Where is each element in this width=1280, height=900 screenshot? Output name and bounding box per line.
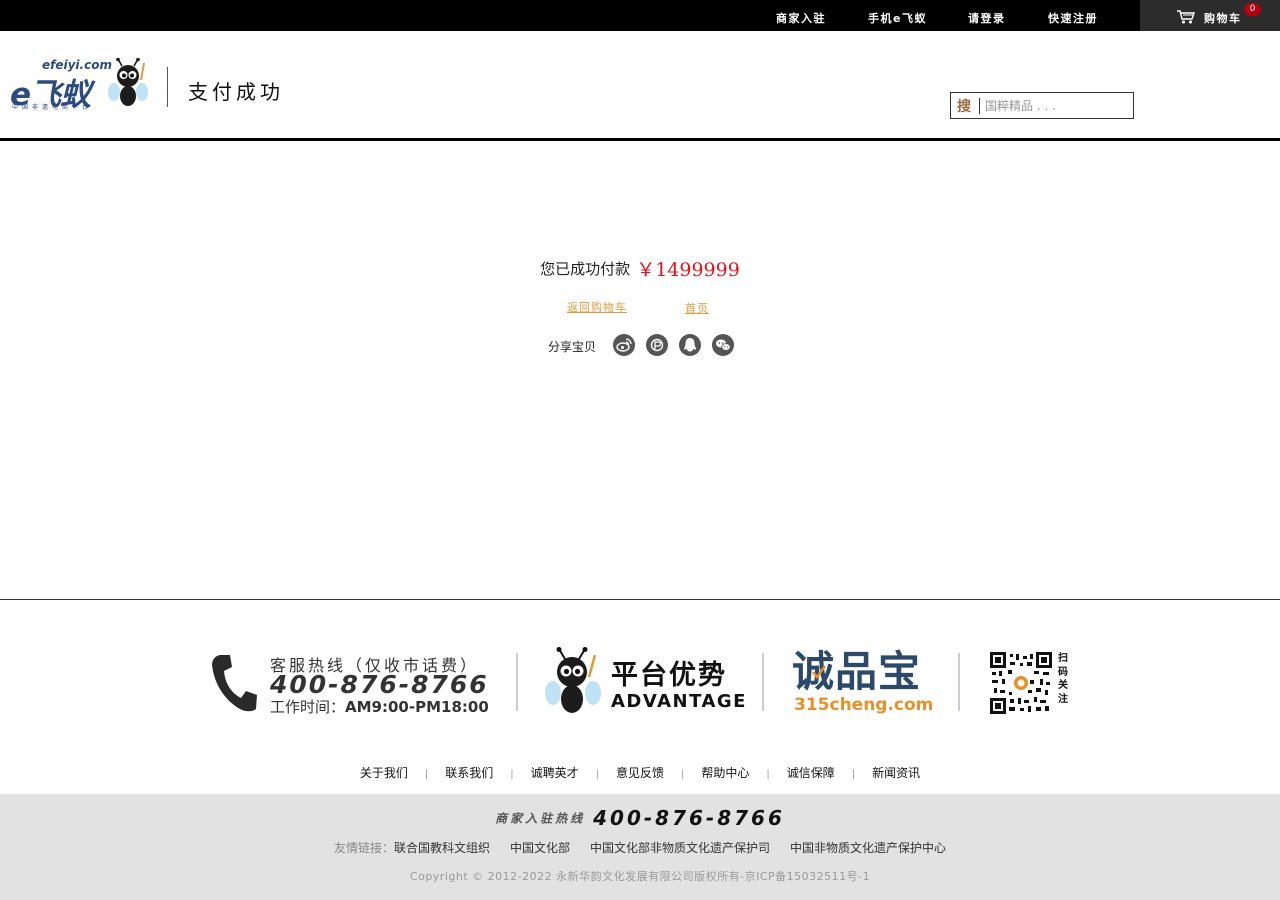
- copyright-text: Copyright © 2012-2022 永新华韵文化发展有限公司版权所有-京…: [409, 870, 871, 883]
- chengpinbao-url: 315cheng.com: [794, 695, 934, 715]
- phone-icon: [212, 655, 257, 712]
- home-link[interactable]: 首页: [685, 300, 709, 316]
- advantage-subtitle: ADVANTAGE: [611, 691, 747, 712]
- merchant-hotline-number: 400-876-8766: [593, 806, 785, 830]
- ant-mascot-icon: [545, 647, 601, 713]
- footer-link-separator: |: [595, 769, 599, 780]
- register-link[interactable]: 快速注册: [1048, 10, 1098, 26]
- qr-divider: [958, 653, 960, 711]
- footer-advantage-strip: 客服热线（仅收市话费） 400-876-8766 工作时间：AM9:00-PM1…: [0, 645, 1280, 720]
- mobile-app-link[interactable]: 手机e飞蚁: [868, 10, 927, 26]
- merchant-hotline: 商家入驻热线 400-876-8766: [0, 806, 1280, 830]
- qr-caption: 扫码关注: [1058, 653, 1068, 705]
- footer-link-separator: |: [424, 769, 429, 780]
- search-input[interactable]: [985, 95, 1129, 116]
- merchant-join-link[interactable]: 商家入驻: [776, 10, 826, 26]
- footer-link-trust[interactable]: 诚信保障: [787, 766, 835, 780]
- cart-label: 购物车: [1204, 12, 1242, 25]
- cart-count-badge: 0: [1244, 3, 1261, 16]
- logo-tagline: 中国非遗电商平台: [12, 104, 93, 111]
- advantage-divider: [516, 653, 518, 711]
- payment-success-message: 您已成功付款 ￥1499999: [0, 255, 1280, 282]
- friend-links: 友情链接：联合国教科文组织 中国文化部 中国文化部非物质文化遗产保护司 中国非物质文化…: [0, 839, 1280, 856]
- footer-divider: [0, 599, 1280, 600]
- share-label: 分享宝贝: [548, 340, 597, 354]
- work-hours: 工作时间：AM9:00-PM18:00: [270, 696, 489, 717]
- qr-code-icon: [990, 652, 1052, 714]
- footer-link-contact[interactable]: 联系我们: [445, 766, 493, 780]
- share-weibo-button[interactable]: [613, 334, 635, 356]
- friend-link-ministry-culture[interactable]: 中国文化部: [510, 841, 570, 855]
- friend-link-ich-department[interactable]: 中国文化部非物质文化遗产保护司: [590, 841, 770, 855]
- hotline-number: 400-876-8766: [270, 670, 489, 699]
- cart-button[interactable]: 购物车 0: [1140, 0, 1280, 31]
- weibo-icon: [616, 338, 632, 352]
- share-qq-space-button[interactable]: [646, 334, 668, 356]
- footer-link-about[interactable]: 关于我们: [360, 766, 408, 780]
- footer-link-careers[interactable]: 诚聘英才: [531, 766, 579, 780]
- site-logo[interactable]: efeiyi.com e飞蚁 中国非遗电商平台: [10, 56, 150, 116]
- footer-link-help[interactable]: 帮助中心: [701, 766, 749, 780]
- qq-icon: [684, 338, 696, 352]
- chengpinbao-divider: [762, 653, 764, 711]
- share-wechat-button[interactable]: [712, 334, 734, 356]
- footer-link-separator: |: [510, 769, 514, 780]
- footer-links: 关于我们 | 联系我们 | 诚聘英才 | 意见反馈 | 帮助中心 | 诚信保障 | 新闻资讯: [0, 764, 1280, 781]
- footer-link-news[interactable]: 新闻资讯: [872, 766, 920, 780]
- footer-link-feedback[interactable]: 意见反馈: [616, 766, 664, 780]
- site-header: efeiyi.com e飞蚁 中国非遗电商平台 支付成功 搜: [0, 31, 1280, 141]
- footer-link-separator: |: [766, 769, 770, 780]
- search-separator: [979, 98, 980, 114]
- footer-link-separator: |: [681, 769, 685, 780]
- friend-link-unesco[interactable]: 联合国教科文组织: [394, 841, 490, 855]
- ant-mascot-icon: [108, 58, 148, 106]
- search-icon[interactable]: 搜: [957, 96, 971, 116]
- merchant-hotline-label: 商家入驻热线: [495, 811, 586, 826]
- search-box: 搜: [950, 92, 1134, 119]
- payment-amount: ￥1499999: [636, 259, 740, 281]
- wechat-icon: [716, 339, 731, 351]
- login-link[interactable]: 请登录: [968, 10, 1006, 26]
- cart-icon: [1177, 10, 1195, 24]
- payment-success-text: 您已成功付款: [540, 260, 631, 278]
- work-hours-label: 工作时间：: [270, 698, 346, 716]
- top-bar: 商家入驻 手机e飞蚁 请登录 快速注册 购物车 0: [0, 0, 1280, 31]
- friend-link-ich-center[interactable]: 中国非物质文化遗产保护中心: [790, 841, 946, 855]
- friend-links-label: 友情链接：: [333, 841, 394, 855]
- check-icon: [812, 665, 826, 679]
- footer-bottom: 商家入驻热线 400-876-8766 友情链接：联合国教科文组织 中国文化部 中国文…: [0, 794, 1280, 900]
- work-hours-value: AM9:00-PM18:00: [345, 698, 489, 716]
- page-title: 支付成功: [188, 80, 284, 104]
- back-to-cart-link[interactable]: 返回购物车: [567, 299, 627, 315]
- share-qq-button[interactable]: [679, 334, 701, 356]
- qq-space-icon: [650, 338, 664, 352]
- header-divider: [167, 67, 168, 107]
- footer-link-separator: |: [851, 769, 856, 780]
- advantage-title: 平台优势: [611, 660, 727, 691]
